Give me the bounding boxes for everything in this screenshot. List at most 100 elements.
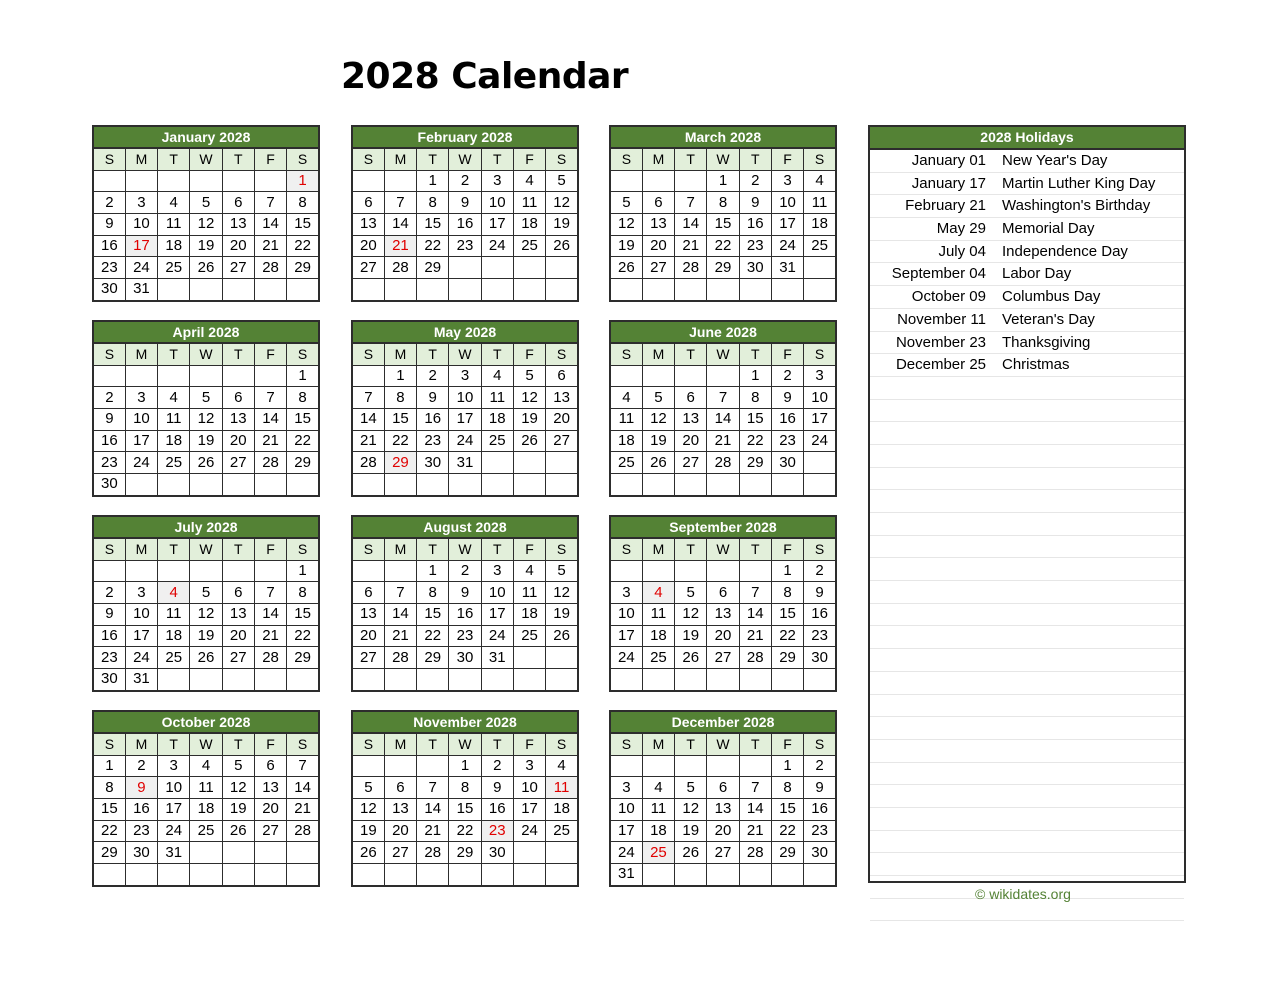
- month-calendar: March 2028 S M T W T F S 1 2 3 4 5 6 7 8 9 10 11 12 13 14 15 16…: [609, 125, 837, 302]
- day-cell: 28: [738, 841, 772, 865]
- day-cell: 20: [351, 234, 385, 258]
- empty-cell: [512, 841, 547, 865]
- empty-cell: [738, 754, 772, 778]
- day-cell: 25: [803, 234, 837, 258]
- empty-cell: [157, 364, 191, 388]
- day-cell: 21: [253, 234, 288, 258]
- empty-cell: [448, 278, 482, 302]
- day-cell: 5: [189, 191, 223, 215]
- weekday-label: W: [706, 732, 740, 756]
- empty-cell: [674, 364, 708, 388]
- day-cell: 7: [706, 386, 740, 410]
- empty-cell: [157, 169, 191, 193]
- day-cell: 8: [383, 386, 418, 410]
- day-cell: 12: [351, 798, 385, 821]
- empty-cell: [253, 278, 288, 302]
- day-cell: 30: [124, 841, 159, 865]
- day-cell: 31: [480, 646, 514, 670]
- month-calendar: November 2028 S M T W T F S 1 2 3 4 5 6 7 8 9 10 11 12 13 14 1…: [351, 710, 579, 887]
- day-cell: 12: [641, 408, 676, 431]
- weekday-label: T: [416, 537, 450, 561]
- day-cell: 25: [641, 646, 676, 670]
- holiday-row: [870, 831, 1184, 854]
- day-cell: 13: [351, 213, 385, 236]
- day-cell: 13: [641, 213, 676, 236]
- day-cell: 6: [706, 776, 740, 800]
- weekday-label: W: [706, 342, 740, 366]
- day-cell: 18: [641, 819, 676, 843]
- day-cell: 18: [545, 798, 579, 821]
- weekday-label: M: [124, 732, 159, 756]
- day-cell: 30: [770, 451, 805, 475]
- day-cell: 29: [286, 646, 320, 670]
- empty-cell: [157, 668, 191, 692]
- empty-cell: [545, 278, 579, 302]
- day-cell: 24: [480, 234, 514, 258]
- holiday-date: January 01: [911, 152, 986, 169]
- day-cell: 13: [253, 776, 288, 800]
- day-cell: 4: [512, 169, 547, 193]
- empty-cell: [189, 841, 223, 865]
- day-cell: 11: [641, 798, 676, 821]
- day-cell: 2: [803, 559, 837, 583]
- day-cell: 14: [383, 213, 418, 236]
- day-cell: 30: [92, 278, 126, 302]
- day-cell: 30: [92, 668, 126, 692]
- day-cell: 14: [674, 213, 708, 236]
- empty-cell: [609, 559, 643, 583]
- day-cell: 10: [609, 798, 643, 821]
- day-cell: 25: [480, 429, 514, 453]
- month-calendar: May 2028 S M T W T F S 1 2 3 4 5 6 7 8 9 10 11 12 13 14 15 16 17…: [351, 320, 579, 497]
- day-cell: 7: [286, 754, 320, 778]
- weekday-label: W: [448, 342, 482, 366]
- empty-cell: [545, 451, 579, 475]
- day-cell: 11: [641, 603, 676, 626]
- day-cell: 1: [286, 559, 320, 583]
- day-cell: 31: [157, 841, 191, 865]
- day-cell: 27: [253, 819, 288, 843]
- holiday-date: July 04: [938, 242, 986, 260]
- day-cell: 25: [157, 646, 191, 670]
- holiday-day-cell: 21: [383, 234, 418, 258]
- empty-cell: [448, 256, 482, 280]
- empty-cell: [545, 646, 579, 670]
- day-cell: 19: [609, 234, 643, 258]
- day-cell: 29: [286, 256, 320, 280]
- day-cell: 1: [706, 169, 740, 193]
- day-cell: 2: [803, 754, 837, 778]
- empty-cell: [674, 169, 708, 193]
- weekday-label: T: [480, 147, 514, 171]
- month-title: October 2028: [92, 710, 320, 734]
- day-cell: 6: [221, 191, 255, 215]
- day-cell: 8: [286, 386, 320, 410]
- empty-cell: [512, 451, 547, 475]
- empty-cell: [706, 364, 740, 388]
- day-cell: 22: [770, 819, 805, 843]
- day-cell: 26: [674, 646, 708, 670]
- day-cell: 25: [189, 819, 223, 843]
- month-calendar: July 2028 S M T W T F S 1 2 3 4 5 6 7 8 9 10 11 12 13 14 15 16 1…: [92, 515, 320, 692]
- day-cell: 20: [706, 819, 740, 843]
- weekday-label: S: [609, 147, 643, 171]
- day-cell: 5: [674, 581, 708, 605]
- day-cell: 14: [416, 798, 450, 821]
- empty-cell: [641, 364, 676, 388]
- day-cell: 19: [545, 213, 579, 236]
- day-cell: 10: [480, 191, 514, 215]
- day-cell: 19: [189, 429, 223, 453]
- day-cell: 10: [770, 191, 805, 215]
- day-cell: 25: [157, 256, 191, 280]
- empty-cell: [416, 668, 450, 692]
- empty-cell: [480, 668, 514, 692]
- day-cell: 23: [124, 819, 159, 843]
- day-cell: 21: [253, 429, 288, 453]
- day-cell: 15: [92, 798, 126, 821]
- empty-cell: [253, 559, 288, 583]
- day-cell: 3: [448, 364, 482, 388]
- day-cell: 14: [383, 603, 418, 626]
- weekday-label: T: [480, 537, 514, 561]
- day-cell: 12: [189, 213, 223, 236]
- empty-cell: [803, 668, 837, 692]
- day-cell: 17: [124, 429, 159, 453]
- day-cell: 24: [157, 819, 191, 843]
